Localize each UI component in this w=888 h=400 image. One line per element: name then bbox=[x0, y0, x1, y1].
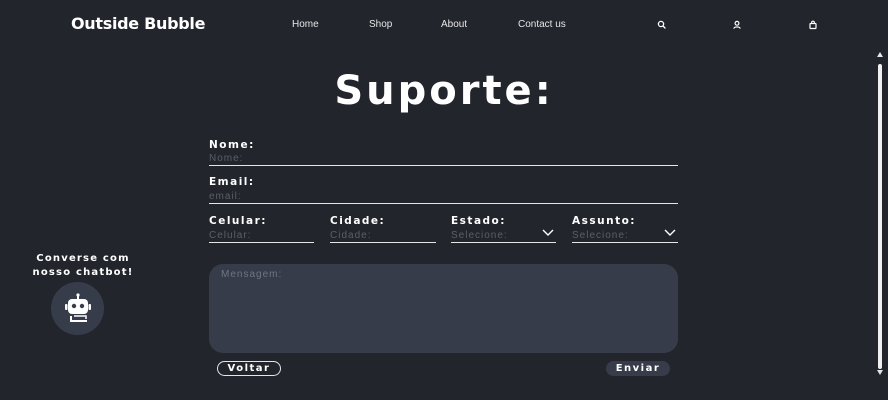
nav-link-contact[interactable]: Contact us bbox=[518, 19, 566, 30]
scroll-up-arrow-icon[interactable] bbox=[877, 52, 883, 57]
nav-link-shop[interactable]: Shop bbox=[369, 19, 392, 30]
nome-input[interactable] bbox=[209, 153, 678, 166]
mensagem-textarea[interactable] bbox=[209, 264, 678, 353]
navbar: Outside Bubble Home Shop About Contact u… bbox=[0, 0, 868, 50]
brand-logo[interactable]: Outside Bubble bbox=[71, 14, 205, 33]
chevron-down-icon bbox=[542, 228, 554, 238]
email-label: Email: bbox=[209, 176, 255, 188]
nav-link-home[interactable]: Home bbox=[292, 19, 319, 30]
estado-selected-value: Selecione: bbox=[451, 230, 508, 241]
assunto-select[interactable]: Selecione: bbox=[572, 228, 678, 243]
assunto-selected-value: Selecione: bbox=[572, 230, 629, 241]
chatbot-prompt-line-1: Converse com bbox=[36, 253, 130, 264]
robot-icon bbox=[65, 293, 91, 322]
page-title: Suporte: bbox=[334, 68, 554, 114]
celular-input[interactable] bbox=[209, 230, 314, 243]
chatbot-prompt-line-2: nosso chatbot! bbox=[32, 267, 134, 278]
chatbot-button[interactable] bbox=[51, 282, 104, 335]
chevron-down-icon bbox=[664, 228, 676, 238]
email-input[interactable] bbox=[209, 191, 678, 204]
estado-select[interactable]: Selecione: bbox=[451, 228, 556, 243]
cidade-input[interactable] bbox=[330, 230, 436, 243]
chatbot-prompt: Converse com nosso chatbot! bbox=[22, 252, 144, 280]
nome-label: Nome: bbox=[209, 139, 255, 151]
assunto-label: Assunto: bbox=[572, 215, 637, 227]
cidade-label: Cidade: bbox=[330, 215, 386, 227]
voltar-button[interactable]: Voltar bbox=[217, 361, 281, 376]
search-icon[interactable] bbox=[656, 19, 668, 31]
scroll-down-arrow-icon[interactable] bbox=[877, 370, 883, 375]
bag-icon[interactable] bbox=[807, 19, 819, 31]
celular-label: Celular: bbox=[209, 215, 267, 227]
nav-link-about[interactable]: About bbox=[441, 19, 467, 30]
user-icon[interactable] bbox=[731, 19, 743, 31]
estado-label: Estado: bbox=[451, 215, 506, 227]
enviar-button[interactable]: Enviar bbox=[606, 361, 670, 376]
